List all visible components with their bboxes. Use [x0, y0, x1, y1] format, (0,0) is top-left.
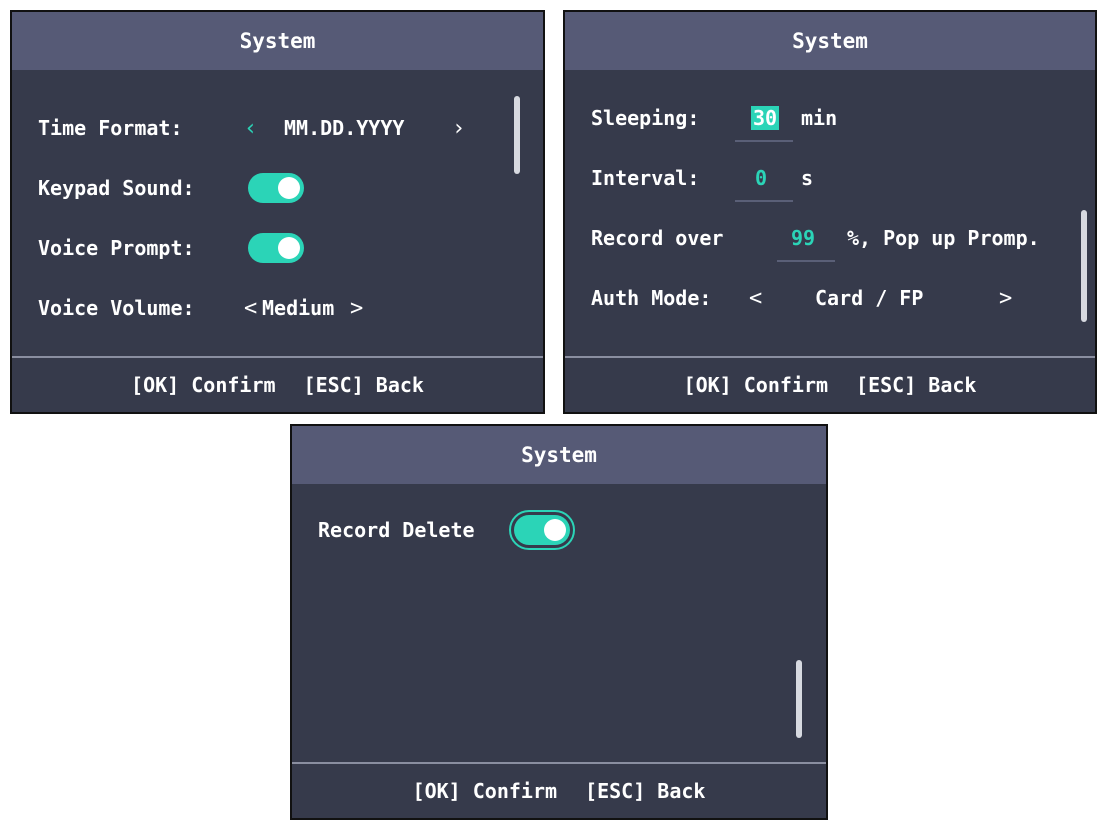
system-panel-2: System Sleeping: 30 min Interval: 0 s Re…: [563, 10, 1097, 414]
chevron-left-icon[interactable]: <: [749, 286, 762, 311]
record-delete-label: Record Delete: [318, 518, 475, 542]
auth-mode-label: Auth Mode:: [591, 286, 712, 310]
toggle-knob: [278, 237, 300, 259]
toggle-knob: [544, 519, 566, 541]
back-hint[interactable]: [ESC] Back: [585, 779, 705, 803]
panel-title: System: [565, 12, 1095, 70]
toggle-knob: [278, 177, 300, 199]
scrollbar[interactable]: [796, 660, 802, 738]
sleeping-unit: min: [801, 106, 838, 130]
sleeping-row[interactable]: Sleeping: 30 min: [565, 98, 1095, 138]
keypad-sound-label: Keypad Sound:: [38, 176, 195, 200]
interval-unit: s: [801, 166, 814, 190]
back-hint[interactable]: [ESC] Back: [856, 373, 976, 397]
record-over-suffix: %, Pop up Promp.: [847, 226, 1040, 250]
voice-volume-label: Voice Volume:: [38, 296, 195, 320]
voice-volume-row[interactable]: Voice Volume: < Medium >: [12, 288, 543, 328]
confirm-hint[interactable]: [OK] Confirm: [413, 779, 558, 803]
sleeping-value-text: 30: [751, 106, 780, 130]
auth-mode-row[interactable]: Auth Mode: < Card / FP >: [565, 278, 1095, 318]
chevron-left-icon[interactable]: <: [244, 296, 257, 321]
footer: [OK] Confirm [ESC] Back: [12, 356, 543, 412]
keypad-sound-row[interactable]: Keypad Sound:: [12, 168, 543, 208]
voice-prompt-toggle[interactable]: [248, 233, 304, 263]
scrollbar[interactable]: [514, 96, 520, 174]
record-over-value[interactable]: 99: [791, 226, 815, 250]
scrollbar[interactable]: [1081, 210, 1087, 322]
system-panel-3: System Record Delete [OK] Confirm [ESC] …: [290, 424, 828, 820]
chevron-right-icon[interactable]: >: [999, 286, 1012, 311]
interval-label: Interval:: [591, 166, 700, 190]
voice-prompt-row[interactable]: Voice Prompt:: [12, 228, 543, 268]
panel-title: System: [292, 426, 826, 484]
system-panel-1: System Time Format: ‹ MM.DD.YYYY › Keypa…: [10, 10, 545, 414]
record-over-row[interactable]: Record over 99 %, Pop up Promp.: [565, 218, 1095, 258]
voice-prompt-label: Voice Prompt:: [38, 236, 195, 260]
auth-mode-value[interactable]: Card / FP: [815, 286, 923, 310]
voice-volume-value[interactable]: Medium: [262, 296, 334, 320]
time-format-value[interactable]: MM.DD.YYYY: [284, 116, 404, 140]
chevron-right-icon[interactable]: ›: [452, 116, 465, 141]
confirm-hint[interactable]: [OK] Confirm: [131, 373, 276, 397]
record-delete-row[interactable]: Record Delete: [292, 510, 826, 550]
interval-underline: [735, 200, 793, 202]
record-over-underline: [777, 260, 835, 262]
sleeping-underline: [735, 140, 793, 142]
time-format-label: Time Format:: [38, 116, 183, 140]
record-over-label: Record over: [591, 226, 724, 250]
sleeping-label: Sleeping:: [591, 106, 700, 130]
title-text: System: [239, 29, 316, 53]
footer: [OK] Confirm [ESC] Back: [292, 762, 826, 818]
interval-row[interactable]: Interval: 0 s: [565, 158, 1095, 198]
chevron-left-icon[interactable]: ‹: [244, 116, 257, 141]
keypad-sound-toggle[interactable]: [248, 173, 304, 203]
time-format-row[interactable]: Time Format: ‹ MM.DD.YYYY ›: [12, 108, 543, 148]
panel-title: System: [12, 12, 543, 70]
chevron-right-icon[interactable]: >: [350, 296, 363, 321]
record-delete-toggle[interactable]: [509, 510, 575, 550]
sleeping-value[interactable]: 30: [751, 106, 780, 130]
interval-value[interactable]: 0: [755, 166, 767, 190]
confirm-hint[interactable]: [OK] Confirm: [684, 373, 829, 397]
title-text: System: [792, 29, 868, 53]
footer: [OK] Confirm [ESC] Back: [565, 356, 1095, 412]
title-text: System: [521, 443, 597, 467]
back-hint[interactable]: [ESC] Back: [304, 373, 424, 397]
